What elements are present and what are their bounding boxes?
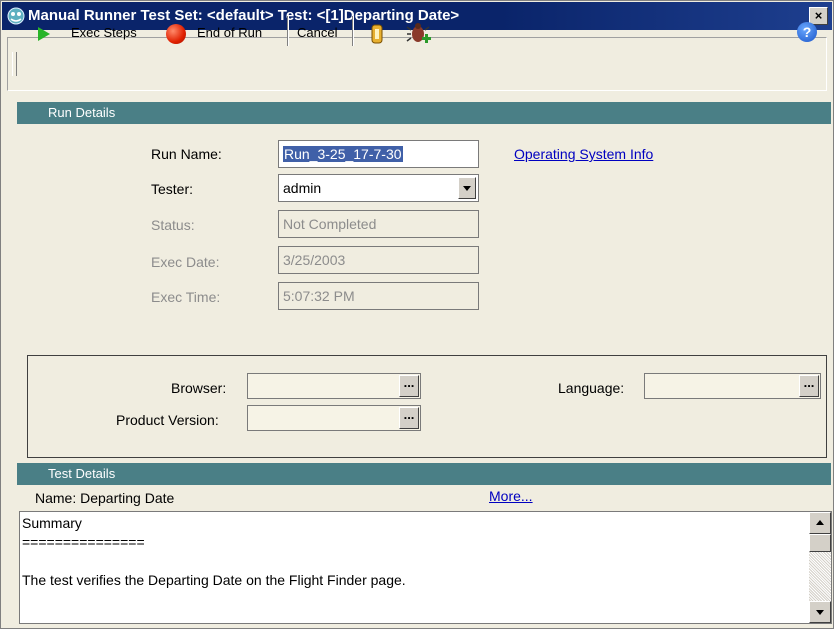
environment-group [27,355,827,458]
tester-value: admin [283,180,322,196]
operating-system-info-link[interactable]: Operating System Info [514,146,653,162]
status-label: Status: [151,217,195,233]
language-label: Language: [558,380,625,396]
language-field[interactable]: ... [644,373,821,399]
browser-browse-button[interactable]: ... [399,375,419,397]
help-icon[interactable]: ? [797,22,817,42]
exec-date-label: Exec Date: [151,254,220,270]
browser-label: Browser: [171,380,227,396]
end-of-run-button[interactable]: End of Run [197,23,262,43]
run-details-header: Run Details [17,102,831,124]
exec-time-label: Exec Time: [151,289,221,305]
stop-icon[interactable] [166,24,186,44]
exec-steps-button[interactable]: Exec Steps [71,23,137,43]
status-field: Not Completed [278,210,479,238]
browser-field[interactable]: ... [247,373,421,399]
description-line: The test verifies the Departing Date on … [22,572,406,588]
scroll-thumb[interactable] [809,534,831,552]
toolbar-separator [352,16,354,46]
more-link[interactable]: More... [489,488,533,504]
add-defect-icon[interactable] [406,21,432,47]
run-name-input[interactable]: Run_3-25_17-7-30 [278,140,479,168]
product-version-label: Product Version: [116,412,219,428]
description-content: Summary =============== The test verifie… [22,514,802,590]
description-line: =============== [22,534,145,550]
test-description-textarea[interactable]: Summary =============== The test verifie… [19,511,832,624]
app-icon [7,7,25,25]
run-name-label: Run Name: [151,146,222,162]
tester-label: Tester: [151,181,194,197]
attachment-icon[interactable] [369,23,385,45]
scroll-down-button[interactable] [809,601,831,623]
exec-date-field: 3/25/2003 [278,246,479,274]
toolbar-separator [287,16,289,46]
toolbar-grip[interactable] [12,52,17,76]
description-line: Summary [22,515,82,531]
product-version-browse-button[interactable]: ... [399,407,419,429]
manual-runner-window: Manual Runner Test Set: <default> Test: … [0,0,834,629]
vertical-scrollbar[interactable] [809,512,831,623]
test-details-header: Test Details [17,463,831,485]
chevron-down-icon[interactable] [458,177,476,199]
window-title: Manual Runner Test Set: <default> Test: … [28,7,460,24]
exec-time-field: 5:07:32 PM [278,282,479,310]
language-browse-button[interactable]: ... [799,375,819,397]
play-icon[interactable] [38,27,50,41]
cancel-button[interactable]: Cancel [297,23,337,43]
tester-select[interactable]: admin [278,174,479,202]
description-line [22,552,802,571]
test-name-text: Name: Departing Date [35,490,175,506]
scroll-up-button[interactable] [809,512,831,534]
run-name-value: Run_3-25_17-7-30 [283,146,403,162]
product-version-field[interactable]: ... [247,405,421,431]
